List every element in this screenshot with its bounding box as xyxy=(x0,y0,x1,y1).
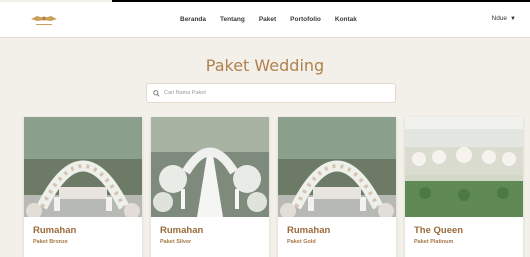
chevron-down-icon: ▼ xyxy=(510,15,516,22)
package-photo xyxy=(24,117,142,217)
nav-tentang[interactable]: Tentang xyxy=(220,16,245,23)
nav-portofolio[interactable]: Portofolio xyxy=(290,16,321,23)
package-photo xyxy=(405,117,523,217)
package-card[interactable]: Rumahan Paket Gold xyxy=(278,117,396,257)
package-name: Rumahan xyxy=(33,225,77,236)
package-name: Rumahan xyxy=(287,225,331,236)
package-tier: Paket Platinum xyxy=(414,239,454,245)
package-tier: Paket Bronze xyxy=(33,239,68,245)
package-tier: Paket Gold xyxy=(287,239,316,245)
nav-links: Beranda Tentang Paket Portofolio Kontak xyxy=(180,16,357,23)
package-photo xyxy=(151,117,269,217)
wedding-logo[interactable] xyxy=(28,12,60,30)
search-bar[interactable] xyxy=(146,83,396,103)
nav-paket[interactable]: Paket xyxy=(259,16,276,23)
package-tier: Paket Silver xyxy=(160,239,192,245)
package-photo xyxy=(278,117,396,217)
package-list: Rumahan Paket Bronze Rumahan Paket Silve… xyxy=(24,117,523,257)
nav-beranda[interactable]: Beranda xyxy=(180,16,206,23)
user-menu[interactable]: Ndue ▼ xyxy=(492,15,517,22)
user-name: Ndue xyxy=(491,15,508,22)
search-icon xyxy=(153,89,160,97)
navbar: Beranda Tentang Paket Portofolio Kontak … xyxy=(0,2,530,38)
package-name: The Queen xyxy=(414,225,464,236)
package-card[interactable]: Rumahan Paket Silver xyxy=(151,117,269,257)
package-name: Rumahan xyxy=(160,225,204,236)
page-title: Paket Wedding xyxy=(205,56,325,75)
package-card[interactable]: The Queen Paket Platinum xyxy=(405,117,523,257)
search-input[interactable] xyxy=(164,90,384,96)
package-card[interactable]: Rumahan Paket Bronze xyxy=(24,117,142,257)
nav-kontak[interactable]: Kontak xyxy=(335,16,357,23)
